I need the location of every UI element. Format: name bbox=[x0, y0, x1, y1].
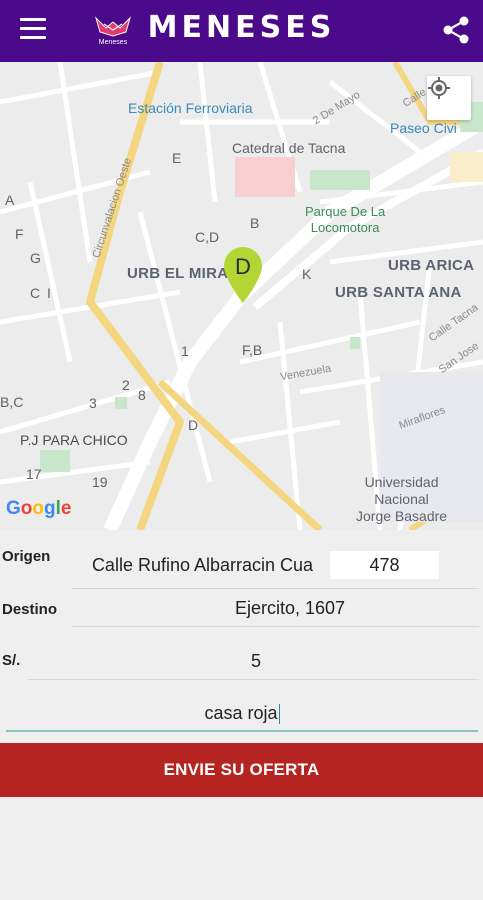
price-label: S/. bbox=[2, 652, 21, 669]
text-caret bbox=[278, 704, 280, 725]
map-letter: B,C bbox=[0, 394, 24, 410]
map-letter: 2 bbox=[122, 377, 130, 393]
divider bbox=[28, 679, 479, 680]
divider bbox=[72, 588, 479, 589]
origin-number-field[interactable]: 478 bbox=[330, 551, 439, 579]
map-letter: F,B bbox=[242, 342, 263, 358]
map-letter: 8 bbox=[138, 387, 146, 403]
map-letter: E bbox=[172, 150, 182, 166]
send-offer-button[interactable]: ENVIE SU OFERTA bbox=[0, 743, 483, 797]
map-label-paseo: Paseo Civi bbox=[390, 120, 457, 136]
map-letter: F bbox=[15, 226, 24, 242]
map-view[interactable]: Estación Ferroviaria 2 De Mayo Calle Pas… bbox=[0, 62, 483, 530]
map-letter: 17 bbox=[26, 466, 42, 482]
my-location-button[interactable] bbox=[427, 76, 471, 120]
reference-input[interactable]: casa roja bbox=[6, 694, 478, 732]
destination-label: Destino bbox=[2, 601, 58, 618]
map-marker[interactable]: D bbox=[220, 245, 266, 305]
map-letter: D bbox=[188, 417, 199, 433]
map-letter: I bbox=[47, 285, 51, 301]
map-letter: G bbox=[30, 250, 41, 266]
map-label-universidad: Universidad Nacional Jorge Basadre bbox=[356, 474, 448, 524]
marker-letter: D bbox=[235, 254, 251, 279]
app-header: Meneses MENESES bbox=[0, 0, 483, 62]
share-icon[interactable] bbox=[440, 14, 472, 46]
google-logo: Google bbox=[6, 498, 72, 519]
map-letter: A bbox=[5, 192, 15, 208]
map-label-pj-chico: P.J PARA CHICO bbox=[20, 432, 128, 448]
app-title: MENESES bbox=[147, 10, 336, 45]
origin-address: Calle Rufino Albarracin Cua bbox=[91, 555, 314, 575]
map-letter: B bbox=[250, 215, 260, 231]
destination-address: Ejercito, 1607 bbox=[234, 598, 346, 618]
map-label-estacion: Estación Ferroviaria bbox=[128, 100, 253, 116]
map-letter: 1 bbox=[181, 343, 189, 359]
map-label-urb-arica: URB ARICA bbox=[388, 257, 475, 274]
map-letter: C,D bbox=[195, 229, 220, 245]
map-letter: K bbox=[302, 266, 312, 282]
map-letter: C bbox=[30, 285, 41, 301]
divider bbox=[72, 626, 479, 627]
map-label-catedral: Catedral de Tacna bbox=[232, 140, 346, 156]
map-letter: 3 bbox=[89, 395, 97, 411]
map-label-urb-santa-ana: URB SANTA ANA bbox=[335, 284, 462, 301]
map-label-parque: Parque De La Locomotora bbox=[305, 204, 386, 235]
map-letter: 19 bbox=[92, 474, 108, 490]
crosshair-icon bbox=[428, 77, 450, 99]
origin-label: Origen bbox=[2, 548, 51, 565]
price-value: 5 bbox=[250, 651, 261, 671]
reference-text: casa roja bbox=[204, 703, 278, 723]
